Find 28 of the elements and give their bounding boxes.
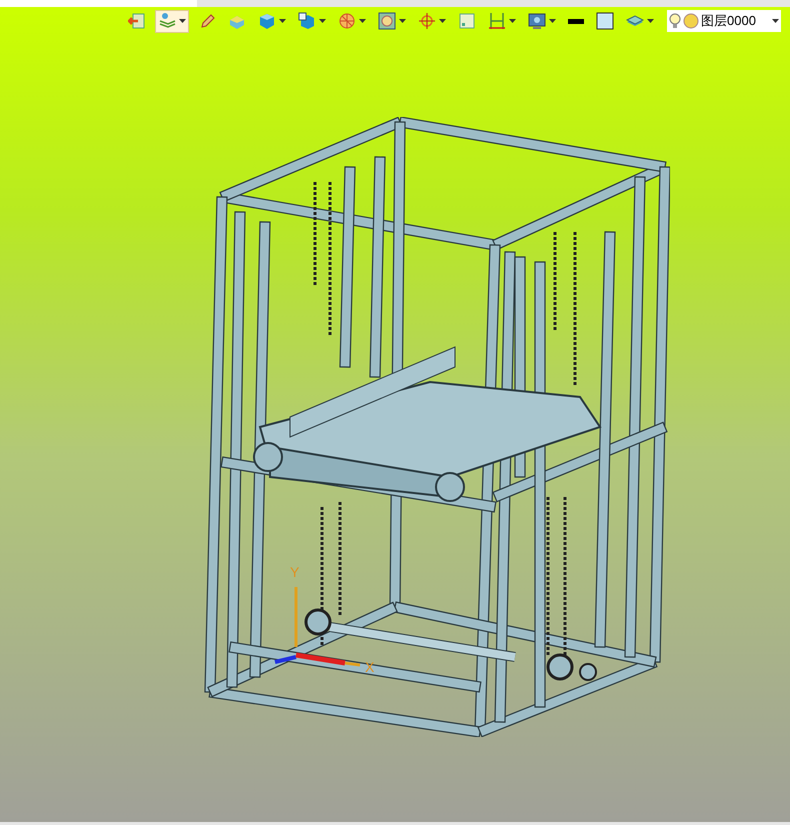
measure-icon (488, 12, 506, 30)
caret-icon[interactable] (279, 19, 286, 23)
monitor-icon (528, 12, 546, 30)
caret-icon[interactable] (359, 19, 366, 23)
cube-icon (298, 12, 316, 30)
layer-dropdown[interactable]: 图层0000 (667, 10, 781, 32)
square-icon (458, 12, 476, 30)
caret-icon[interactable] (549, 19, 556, 23)
cube-icon (258, 12, 276, 30)
caret-icon[interactable] (772, 19, 779, 23)
exit-icon (128, 12, 146, 30)
layers-icon (158, 12, 176, 30)
circle-icon (683, 13, 699, 29)
caret-icon[interactable] (319, 19, 326, 23)
caret-icon[interactable] (179, 19, 186, 23)
frame-icon (378, 12, 396, 30)
sprocket (304, 608, 332, 636)
layer-name: 图层0000 (701, 12, 757, 30)
sphere-icon (338, 12, 356, 30)
sprocket (546, 654, 574, 680)
caret-icon[interactable] (399, 19, 406, 23)
fill-icon (596, 12, 614, 30)
caret-icon[interactable] (647, 19, 654, 23)
caret-icon[interactable] (439, 19, 446, 23)
caret-icon[interactable] (509, 19, 516, 23)
y-axis-label: Y (290, 564, 300, 580)
pulley (579, 663, 597, 681)
target-icon (418, 12, 436, 30)
